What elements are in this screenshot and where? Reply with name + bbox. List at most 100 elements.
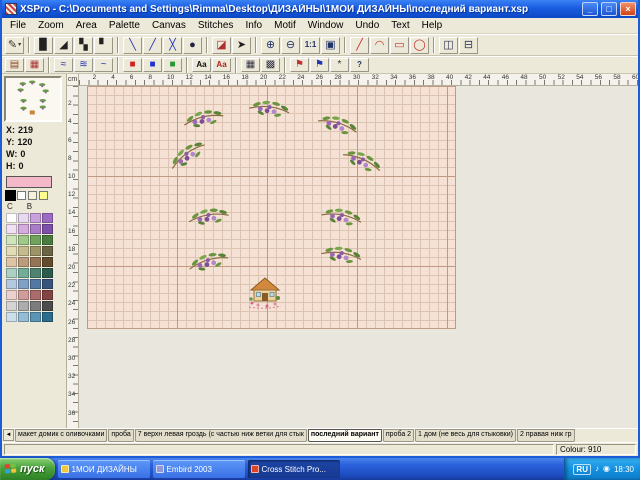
design-tab-3[interactable]: 7 верхн левая гроздь (с частью ниж ветки…: [135, 429, 307, 442]
palette-swatch[interactable]: [18, 268, 29, 278]
palette-swatch[interactable]: [6, 290, 17, 300]
symbol-view-tool[interactable]: ▩: [261, 58, 280, 72]
palette-swatch[interactable]: [6, 279, 17, 289]
color-blue-swatch[interactable]: ■: [143, 58, 162, 72]
pencil-tool[interactable]: ✎▾: [5, 37, 24, 54]
palette-swatch[interactable]: [30, 268, 41, 278]
clock[interactable]: 18:30: [614, 465, 634, 474]
half-stitch-tool[interactable]: ◢: [54, 37, 73, 54]
minimize-button[interactable]: _: [582, 2, 598, 16]
task-button-1[interactable]: Cross Stitch Pro...: [248, 460, 340, 478]
palette-swatch[interactable]: [42, 213, 53, 223]
tab-scroll-left-button[interactable]: ◄: [3, 429, 14, 441]
palette-swatch[interactable]: [6, 268, 17, 278]
draw-rect-tool[interactable]: ▭: [390, 37, 409, 54]
menu-window[interactable]: Window: [302, 19, 350, 32]
close-button[interactable]: ×: [620, 2, 636, 16]
longstitch-tool[interactable]: ╱: [143, 37, 162, 54]
palette-swatch[interactable]: [30, 290, 41, 300]
palette-swatch[interactable]: [42, 224, 53, 234]
help-pointer-tool[interactable]: ?: [350, 58, 369, 72]
grid-view-tool[interactable]: ▦: [241, 58, 260, 72]
olive-branch-motif[interactable]: [335, 142, 386, 185]
zoom-out-tool[interactable]: ⊖: [281, 37, 300, 54]
olive-branch-motif[interactable]: [317, 202, 366, 238]
menu-text[interactable]: Text: [385, 19, 415, 32]
font-latin-tool[interactable]: Aa: [192, 58, 211, 72]
palette-swatch[interactable]: [6, 224, 17, 234]
palette-swatch[interactable]: [6, 257, 17, 267]
menu-file[interactable]: File: [4, 19, 32, 32]
palette-swatch[interactable]: [18, 290, 29, 300]
wave-stitch-tool[interactable]: ≈: [54, 58, 73, 72]
palette-swatch[interactable]: [30, 235, 41, 245]
straight-wave-stitch-tool[interactable]: ~: [94, 58, 113, 72]
menu-palette[interactable]: Palette: [103, 19, 146, 32]
quarter-stitch-tool[interactable]: ▚: [74, 37, 93, 54]
mirror-horizontal-tool[interactable]: ◫: [439, 37, 458, 54]
menu-motif[interactable]: Motif: [268, 19, 302, 32]
palette-swatch[interactable]: [42, 257, 53, 267]
draw-line-tool[interactable]: ╱: [350, 37, 369, 54]
flag-red-tool[interactable]: ⚑: [290, 58, 309, 72]
status-icon[interactable]: ◉: [603, 465, 610, 473]
palette-swatch[interactable]: [18, 312, 29, 322]
menu-stitches[interactable]: Stitches: [192, 19, 240, 32]
mirror-vertical-tool[interactable]: ⊟: [459, 37, 478, 54]
menu-undo[interactable]: Undo: [349, 19, 385, 32]
design-tab-4[interactable]: последний вариант: [308, 429, 382, 442]
task-button-3[interactable]: 1МОИ ДИЗАЙНЫ: [58, 460, 150, 478]
olive-branch-motif[interactable]: [245, 95, 292, 128]
palette-swatch[interactable]: [30, 312, 41, 322]
backstitch-tool[interactable]: ╲: [123, 37, 142, 54]
design-tab-1[interactable]: макет домик с оливочками: [15, 429, 107, 442]
olive-branch-motif[interactable]: [163, 134, 215, 181]
olive-branch-motif[interactable]: [185, 203, 232, 236]
palette-swatch[interactable]: [6, 312, 17, 322]
quick-color-swatch[interactable]: [39, 191, 48, 200]
palette-swatch[interactable]: [42, 290, 53, 300]
task-button-2[interactable]: Embird 2003: [153, 460, 245, 478]
color-organizer-tool[interactable]: ▦: [25, 58, 44, 72]
color-red-swatch[interactable]: ■: [123, 58, 142, 72]
zoom-fit-tool[interactable]: ▣: [321, 37, 340, 54]
zoom-actual-tool[interactable]: 1:1: [301, 37, 320, 54]
palette-swatch[interactable]: [42, 312, 53, 322]
quick-color-swatch[interactable]: [17, 191, 26, 200]
palette-swatch[interactable]: [6, 235, 17, 245]
house-motif[interactable]: [247, 276, 283, 315]
palette-swatch[interactable]: [6, 301, 17, 311]
language-indicator[interactable]: RU: [573, 464, 591, 475]
palette-swatch[interactable]: [30, 224, 41, 234]
olive-branch-motif[interactable]: [184, 246, 233, 283]
palette-swatch[interactable]: [18, 213, 29, 223]
zoom-in-tool[interactable]: ⊕: [261, 37, 280, 54]
design-tab-5[interactable]: проба 2: [383, 429, 414, 442]
palette-swatch[interactable]: [30, 246, 41, 256]
palette-swatch[interactable]: [18, 235, 29, 245]
olive-branch-motif[interactable]: [317, 240, 365, 274]
color-green-swatch[interactable]: ■: [163, 58, 182, 72]
palette-swatch[interactable]: [42, 235, 53, 245]
draw-ellipse-tool[interactable]: ◯: [410, 37, 429, 54]
palette-swatch[interactable]: [18, 246, 29, 256]
palette-swatch[interactable]: [42, 301, 53, 311]
start-button[interactable]: пуск: [0, 458, 55, 480]
palette-swatch[interactable]: [18, 224, 29, 234]
palette-swatch[interactable]: [30, 257, 41, 267]
design-tab-6[interactable]: 1 дом (не весь для стыковки): [415, 429, 516, 442]
quick-color-swatch[interactable]: [6, 191, 15, 200]
menu-area[interactable]: Area: [70, 19, 103, 32]
palette-swatch[interactable]: [42, 268, 53, 278]
design-tab-2[interactable]: проба: [108, 429, 133, 442]
flag-blue-tool[interactable]: ⚑: [310, 58, 329, 72]
current-color-swatch[interactable]: [6, 176, 52, 188]
cross-line-tool[interactable]: ╳: [163, 37, 182, 54]
palette-swatch[interactable]: [18, 301, 29, 311]
palette-swatch[interactable]: [42, 246, 53, 256]
palette-swatch[interactable]: [6, 213, 17, 223]
full-stitch-tool[interactable]: ▉: [34, 37, 53, 54]
draw-arc-tool[interactable]: ◠: [370, 37, 389, 54]
palette-swatch[interactable]: [6, 246, 17, 256]
double-wave-stitch-tool[interactable]: ≋: [74, 58, 93, 72]
